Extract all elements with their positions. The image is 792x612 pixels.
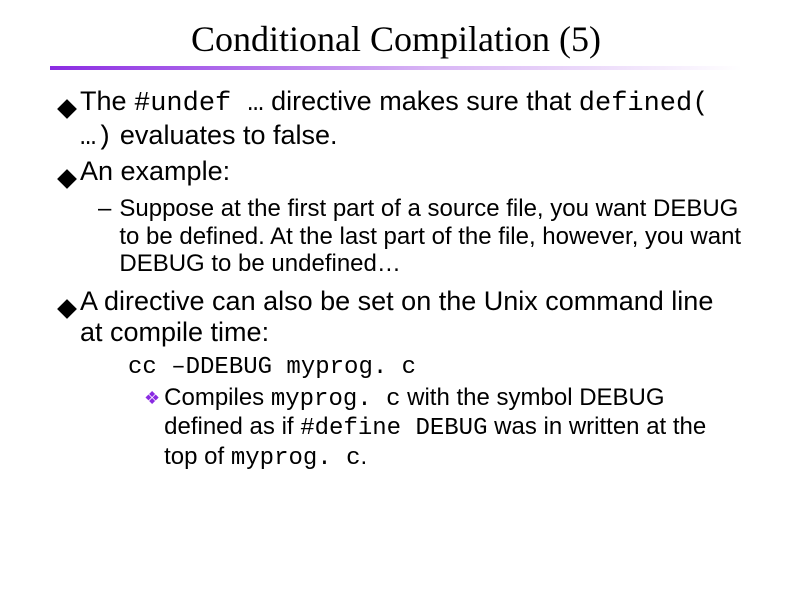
sub-bullet-suppose: – Suppose at the first part of a source … bbox=[50, 195, 742, 278]
code-fragment: #define DEBUG bbox=[300, 415, 487, 442]
text-fragment: The bbox=[80, 86, 134, 116]
diamond-icon bbox=[60, 92, 74, 160]
slide: Conditional Compilation (5) The #undef …… bbox=[0, 0, 792, 612]
text-fragment: Compiles bbox=[164, 384, 271, 411]
code-fragment: myprog. c bbox=[231, 445, 361, 472]
bullet-text: An example: bbox=[80, 156, 742, 187]
code-fragment: myprog. c bbox=[271, 386, 401, 413]
bullet-text: A directive can also be set on the Unix … bbox=[80, 286, 742, 348]
text-fragment: directive makes sure that bbox=[264, 86, 579, 116]
slide-body: The #undef … directive makes sure that d… bbox=[50, 86, 742, 472]
diamond-icon bbox=[60, 292, 74, 354]
sub-bullet-compiles: ❖ Compiles myprog. c with the symbol DEB… bbox=[50, 384, 742, 473]
sub-bullet-text: Suppose at the first part of a source fi… bbox=[119, 195, 742, 278]
bullet-undef: The #undef … directive makes sure that d… bbox=[50, 86, 742, 154]
title-underline bbox=[50, 66, 742, 70]
text-fragment: evaluates to false. bbox=[112, 120, 337, 150]
dash-icon: – bbox=[98, 195, 111, 278]
code-fragment: #undef … bbox=[134, 89, 264, 119]
diamond-icon bbox=[60, 162, 74, 193]
bullet-text: The #undef … directive makes sure that d… bbox=[80, 86, 742, 154]
diamond-outline-icon: ❖ bbox=[144, 388, 160, 477]
bullet-cmdline: A directive can also be set on the Unix … bbox=[50, 286, 742, 348]
sub-bullet-text: Compiles myprog. c with the symbol DEBUG… bbox=[164, 384, 742, 473]
bullet-example: An example: bbox=[50, 156, 742, 187]
code-line-cc: cc –DDEBUG myprog. c bbox=[50, 354, 742, 382]
page-title: Conditional Compilation (5) bbox=[50, 18, 742, 60]
text-fragment: . bbox=[360, 443, 367, 470]
